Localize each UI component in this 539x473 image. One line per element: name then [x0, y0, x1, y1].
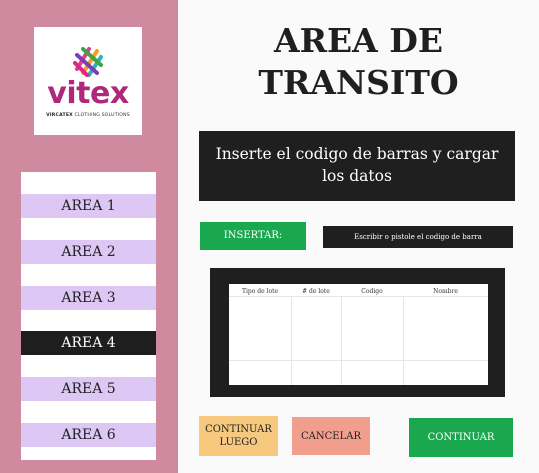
- table-column-divider: [341, 296, 342, 385]
- column-header-codigo: Codigo: [361, 288, 383, 295]
- sidebar-item-area-4[interactable]: AREA 4: [21, 331, 156, 355]
- sidebar-item-area-6[interactable]: AREA 6: [21, 423, 156, 447]
- area-list: AREA 1 AREA 2 AREA 3 AREA 4 AREA 5 AREA …: [21, 172, 156, 460]
- table-row-divider: [229, 360, 488, 361]
- page-title: AREA DE TRANSITO: [258, 21, 459, 102]
- barcode-input[interactable]: [323, 226, 513, 248]
- sidebar-item-area-2[interactable]: AREA 2: [21, 240, 156, 264]
- sidebar-item-area-5[interactable]: AREA 5: [21, 377, 156, 401]
- insert-button[interactable]: INSERTAR:: [200, 222, 306, 250]
- continue-later-button[interactable]: CONTINUAR LUEGO: [199, 416, 278, 456]
- logo: vitex VIRCATEX CLOTHING SOLUTIONS: [34, 27, 142, 135]
- column-header-nombre: Nombre: [433, 288, 458, 295]
- column-header-numero-de-lote: # de lote: [302, 288, 330, 295]
- sidebar-item-area-1[interactable]: AREA 1: [21, 194, 156, 218]
- instructions-banner: Inserte el codigo de barras y cargar los…: [199, 131, 515, 201]
- vitex-weave-logo-icon: [73, 47, 103, 77]
- continue-button[interactable]: CONTINUAR: [409, 418, 513, 457]
- logo-wordmark: vitex: [47, 76, 129, 111]
- logo-subtitle: VIRCATEX CLOTHING SOLUTIONS: [46, 113, 130, 118]
- lots-table: Tipo de lote # de lote Codigo Nombre: [229, 284, 488, 385]
- column-header-tipo-de-lote: Tipo de lote: [241, 288, 279, 295]
- table-column-divider: [403, 296, 404, 385]
- table-header-divider: [229, 296, 488, 297]
- cancel-button[interactable]: CANCELAR: [292, 417, 370, 455]
- sidebar-item-area-3[interactable]: AREA 3: [21, 286, 156, 310]
- table-column-divider: [291, 296, 292, 385]
